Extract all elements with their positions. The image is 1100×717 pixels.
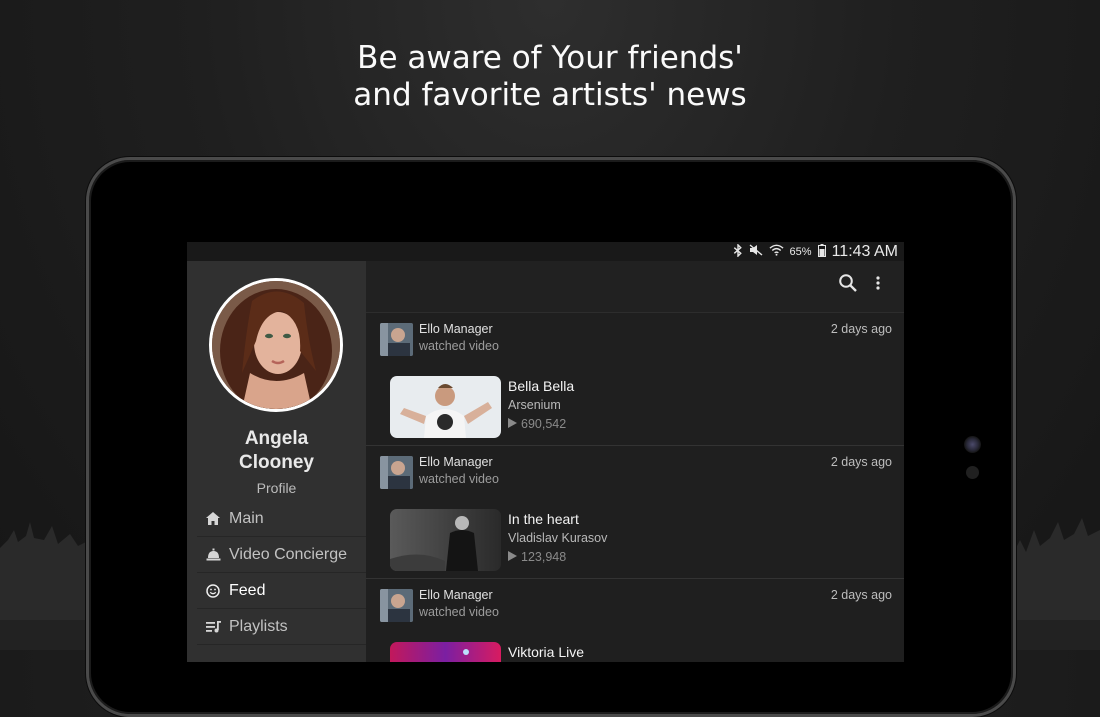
video-views: 123,948 — [508, 550, 566, 564]
proximity-sensor — [966, 466, 979, 479]
view-count: 123,948 — [521, 550, 567, 564]
playlist-icon — [197, 620, 229, 633]
avatar[interactable] — [209, 278, 343, 412]
promo-headline: Be aware of Your friends' and favorite a… — [0, 40, 1100, 114]
status-time: 11:43 AM — [831, 242, 898, 260]
video-artist[interactable]: Arsenium — [508, 398, 561, 412]
navigation-drawer: Angela Clooney Profile Main Video Concie… — [187, 261, 366, 662]
headline-line-1: Be aware of Your friends' — [357, 40, 743, 76]
nav-item-playlists[interactable]: Playlists — [197, 609, 366, 645]
bluetooth-icon — [733, 242, 743, 260]
mute-icon — [749, 244, 763, 259]
home-icon — [197, 512, 229, 525]
front-camera — [964, 436, 981, 453]
feed-user-name[interactable]: Ello Manager — [419, 322, 493, 336]
more-vert-icon[interactable] — [876, 275, 880, 296]
app-bar — [366, 261, 904, 313]
video-thumbnail[interactable] — [390, 642, 501, 662]
drawer-menu: Main Video Concierge Feed Playlists — [197, 501, 366, 645]
search-icon[interactable] — [838, 273, 858, 298]
user-name: Angela Clooney — [239, 428, 314, 473]
view-count: 690,542 — [521, 417, 567, 431]
status-bar: 65% 11:43 AM — [187, 242, 904, 261]
play-icon — [508, 417, 517, 431]
video-title[interactable]: Bella Bella — [508, 378, 574, 394]
headline-line-2: and favorite artists' news — [353, 77, 747, 113]
feed-user-name[interactable]: Ello Manager — [419, 588, 493, 602]
feed-action: watched video — [419, 605, 499, 619]
user-avatar-thumb[interactable] — [380, 456, 413, 489]
nav-label-playlists: Playlists — [229, 617, 288, 635]
video-thumbnail[interactable] — [390, 509, 501, 571]
user-profile-link[interactable]: Profile — [187, 480, 366, 496]
video-thumbnail[interactable] — [390, 376, 501, 438]
user-avatar-thumb[interactable] — [380, 589, 413, 622]
feed-panel: Ello Manager watched video 2 days ago Be… — [366, 261, 904, 662]
video-title[interactable]: In the heart — [508, 511, 579, 527]
feed-item[interactable]: Ello Manager watched video 2 days ago In… — [366, 446, 904, 579]
smiley-icon — [197, 583, 229, 598]
battery-icon — [817, 243, 826, 260]
nav-item-main[interactable]: Main — [197, 501, 366, 537]
play-icon — [508, 550, 517, 564]
feed-timestamp: 2 days ago — [830, 455, 892, 469]
concierge-bell-icon — [197, 548, 229, 561]
wifi-icon — [769, 244, 784, 259]
nav-label-feed: Feed — [229, 581, 266, 599]
feed-item[interactable]: Ello Manager watched video 2 days ago Be… — [366, 313, 904, 446]
video-title[interactable]: Viktoria Live — [508, 644, 584, 660]
feed-timestamp: 2 days ago — [830, 322, 892, 336]
feed-timestamp: 2 days ago — [830, 588, 892, 602]
device-screen: 65% 11:43 AM Angela Clooney Profile Main… — [187, 242, 904, 662]
nav-label-main: Main — [229, 509, 264, 527]
nav-label-video-concierge: Video Concierge — [229, 545, 348, 563]
video-artist[interactable]: Vladislav Kurasov — [508, 531, 607, 545]
feed-action: watched video — [419, 472, 499, 486]
feed-user-name[interactable]: Ello Manager — [419, 455, 493, 469]
nav-item-feed[interactable]: Feed — [197, 573, 366, 609]
feed-action: watched video — [419, 339, 499, 353]
battery-percent: 65% — [789, 245, 812, 258]
nav-item-video-concierge[interactable]: Video Concierge — [197, 537, 366, 573]
video-views: 690,542 — [508, 417, 566, 431]
user-avatar-thumb[interactable] — [380, 323, 413, 356]
